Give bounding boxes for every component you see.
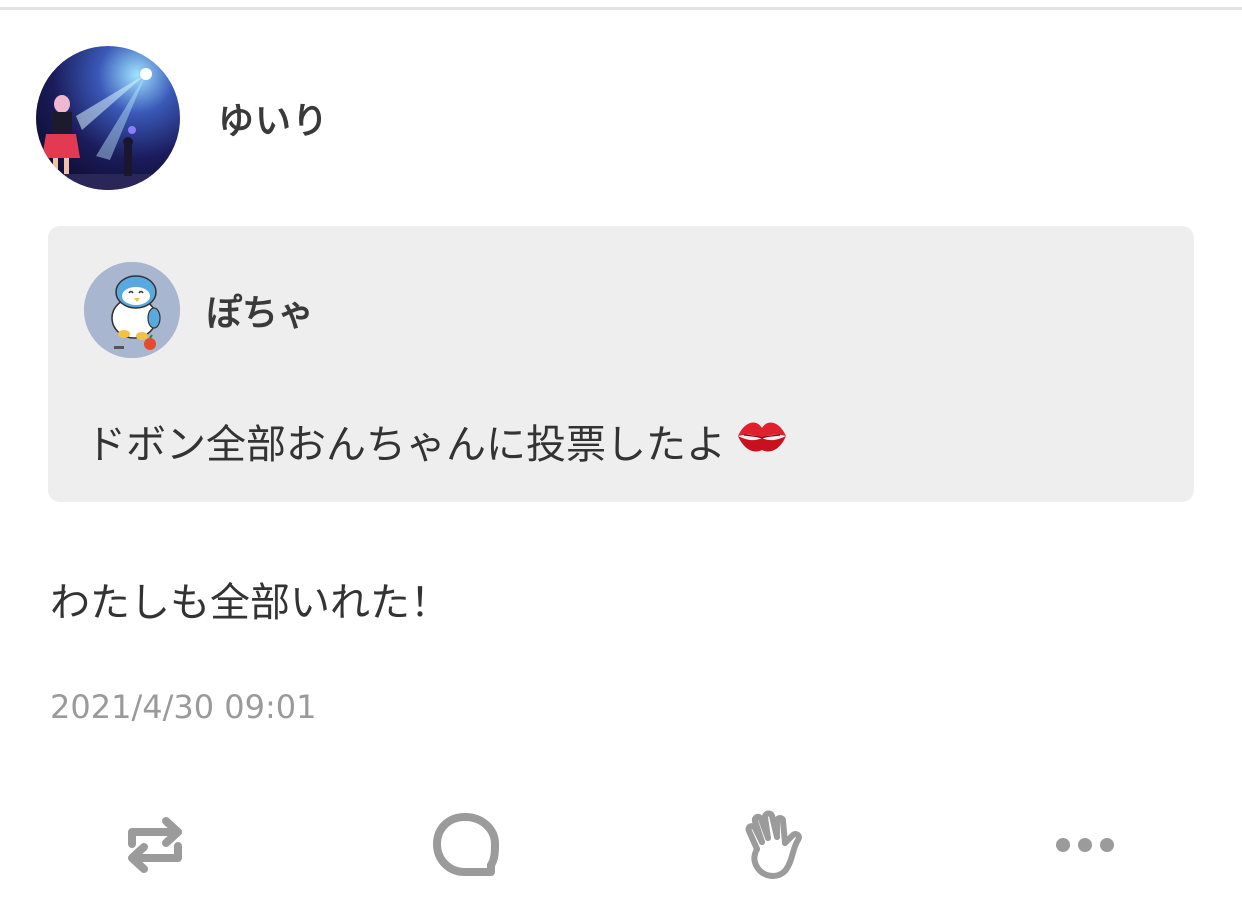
post-header: ゆいり xyxy=(36,46,329,190)
quoted-post[interactable]: ぽちゃ ドボン全部おんちゃんに投票したよ xyxy=(48,226,1194,502)
clap-button[interactable] xyxy=(730,800,820,890)
kiss-icon xyxy=(736,416,788,466)
action-bar xyxy=(0,800,1242,890)
more-button[interactable] xyxy=(1040,800,1130,890)
post-timestamp: 2021/4/30 09:01 xyxy=(50,688,317,726)
clap-hand-icon xyxy=(745,810,802,879)
reply-button[interactable] xyxy=(420,800,510,890)
post-text: わたしも全部いれた！ xyxy=(50,580,450,626)
author-name[interactable]: ゆいり xyxy=(218,92,329,144)
quote-header: ぽちゃ xyxy=(84,262,314,358)
more-dots-icon xyxy=(1056,838,1114,852)
top-divider xyxy=(0,7,1242,10)
repost-button[interactable] xyxy=(110,800,200,890)
quote-author-name[interactable]: ぽちゃ xyxy=(206,284,314,336)
quote-text-row: ドボン全部おんちゃんに投票したよ xyxy=(86,412,788,470)
author-avatar[interactable] xyxy=(36,46,180,190)
repost-icon xyxy=(128,817,182,873)
quote-author-avatar[interactable] xyxy=(84,262,180,358)
speech-bubble-icon xyxy=(433,813,499,876)
quote-text: ドボン全部おんちゃんに投票したよ xyxy=(86,422,726,468)
